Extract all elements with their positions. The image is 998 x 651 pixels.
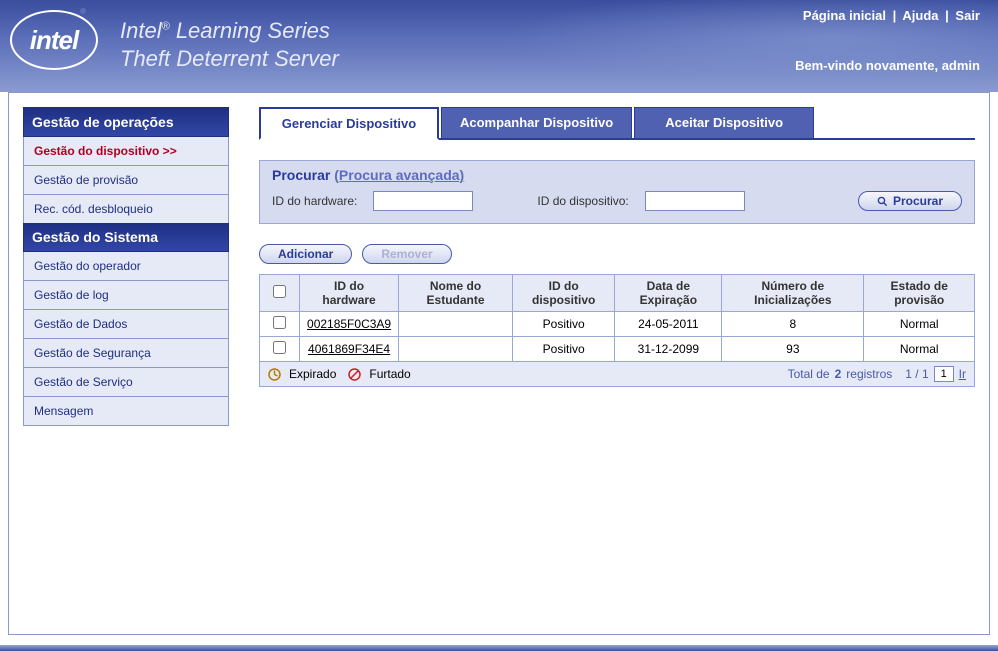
title-brand: Intel (120, 18, 162, 43)
stolen-icon (348, 368, 361, 381)
table-cell: Normal (864, 312, 975, 337)
sidebar-item[interactable]: Gestão de Serviço (23, 368, 229, 397)
go-link[interactable]: Ir (959, 367, 966, 381)
tab[interactable]: Gerenciar Dispositivo (259, 107, 439, 140)
advanced-search-link[interactable]: (Procura avançada) (334, 167, 464, 183)
table-cell: Positivo (512, 312, 614, 337)
column-header: Nome do Estudante (399, 275, 513, 312)
search-panel: Procurar (Procura avançada) ID do hardwa… (259, 160, 975, 224)
legend-stolen-label: Furtado (369, 367, 410, 381)
sidebar-item[interactable]: Gestão de Dados (23, 310, 229, 339)
table-row: 002185F0C3A9 Positivo24-05-20118Normal (260, 312, 975, 337)
title-suffix: Learning Series (170, 18, 330, 43)
sidebar: Gestão de operaçõesGestão do dispositivo… (23, 107, 229, 620)
total-count: 2 (835, 367, 842, 381)
table-cell: 93 (722, 337, 864, 362)
dev-id-input[interactable] (645, 191, 745, 211)
sidebar-item[interactable]: Gestão de provisão (23, 166, 229, 195)
tab[interactable]: Acompanhar Dispositivo (441, 107, 632, 138)
help-link[interactable]: Ajuda (902, 8, 938, 23)
title-registered: ® (162, 21, 170, 33)
row-checkbox[interactable] (273, 341, 286, 354)
table-cell: 24-05-2011 (615, 312, 722, 337)
separator: | (893, 8, 897, 23)
action-buttons: Adicionar Remover (259, 244, 975, 264)
welcome-message: Bem-vindo novamente, admin (795, 58, 980, 73)
search-title: Procurar (272, 167, 334, 183)
sidebar-item[interactable]: Gestão do dispositivo >> (23, 137, 229, 166)
logo: intel (10, 10, 98, 70)
sidebar-item[interactable]: Gestão de Segurança (23, 339, 229, 368)
add-button[interactable]: Adicionar (259, 244, 352, 264)
exit-link[interactable]: Sair (955, 8, 980, 23)
remove-button[interactable]: Remover (362, 244, 451, 264)
page-info: 1 / 1 (905, 367, 928, 381)
table-cell (399, 312, 513, 337)
sidebar-item[interactable]: Rec. cód. desbloqueio (23, 195, 229, 224)
table-cell (399, 337, 513, 362)
sidebar-item[interactable]: Mensagem (23, 397, 229, 426)
sidebar-item[interactable]: Gestão do operador (23, 252, 229, 281)
row-checkbox-cell (260, 312, 300, 337)
app-header: intel Intel® Learning Series Theft Deter… (0, 0, 998, 92)
top-links: Página inicial | Ajuda | Sair (803, 8, 980, 23)
table-footer: Expirado Furtado Total de 2 registros 1 … (259, 362, 975, 387)
add-button-label: Adicionar (278, 247, 333, 261)
table-cell: Positivo (512, 337, 614, 362)
table-cell: 31-12-2099 (615, 337, 722, 362)
remove-button-label: Remover (381, 247, 432, 261)
total-prefix: Total de (788, 367, 830, 381)
search-icon (877, 196, 888, 207)
tabs: Gerenciar DispositivoAcompanhar Disposit… (259, 107, 975, 140)
hw-id-input[interactable] (373, 191, 473, 211)
expired-icon (268, 368, 281, 381)
column-header: Número de Inicializações (722, 275, 864, 312)
total-suffix: registros (846, 367, 892, 381)
row-checkbox[interactable] (273, 316, 286, 329)
welcome-prefix: Bem-vindo novamente, (795, 58, 942, 73)
row-checkbox-cell (260, 337, 300, 362)
search-button[interactable]: Procurar (858, 191, 962, 211)
nav-section-header: Gestão de operações (23, 107, 229, 137)
nav-section-header: Gestão do Sistema (23, 223, 229, 252)
separator: | (945, 8, 949, 23)
hw-id-link[interactable]: 002185F0C3A9 (300, 312, 399, 337)
home-link[interactable]: Página inicial (803, 8, 886, 23)
intel-logo-icon: intel (10, 10, 98, 70)
legend-expired-label: Expirado (289, 367, 336, 381)
welcome-user: admin (942, 58, 980, 73)
sidebar-item[interactable]: Gestão de log (23, 281, 229, 310)
table-cell: 8 (722, 312, 864, 337)
device-table: ID do hardwareNome do EstudanteID do dis… (259, 274, 975, 362)
app-subtitle: Theft Deterrent Server (120, 46, 339, 72)
hw-id-link[interactable]: 4061869F34E4 (300, 337, 399, 362)
column-header: ID do dispositivo (512, 275, 614, 312)
page-input[interactable] (934, 366, 954, 382)
search-button-label: Procurar (893, 194, 943, 208)
table-row: 4061869F34E4 Positivo31-12-209993Normal (260, 337, 975, 362)
app-title-block: Intel® Learning Series Theft Deterrent S… (120, 18, 339, 72)
column-header: ID do hardware (300, 275, 399, 312)
bottom-bar (0, 645, 998, 651)
main-content: Gerenciar DispositivoAcompanhar Disposit… (229, 107, 975, 620)
column-header: Estado de provisão (864, 275, 975, 312)
table-cell: Normal (864, 337, 975, 362)
select-all-checkbox[interactable] (273, 285, 286, 298)
hw-id-label: ID do hardware: (272, 194, 357, 208)
logo-text: intel (30, 25, 78, 56)
tab[interactable]: Aceitar Dispositivo (634, 107, 814, 138)
dev-id-label: ID do dispositivo: (537, 194, 628, 208)
column-header (260, 275, 300, 312)
column-header: Data de Expiração (615, 275, 722, 312)
